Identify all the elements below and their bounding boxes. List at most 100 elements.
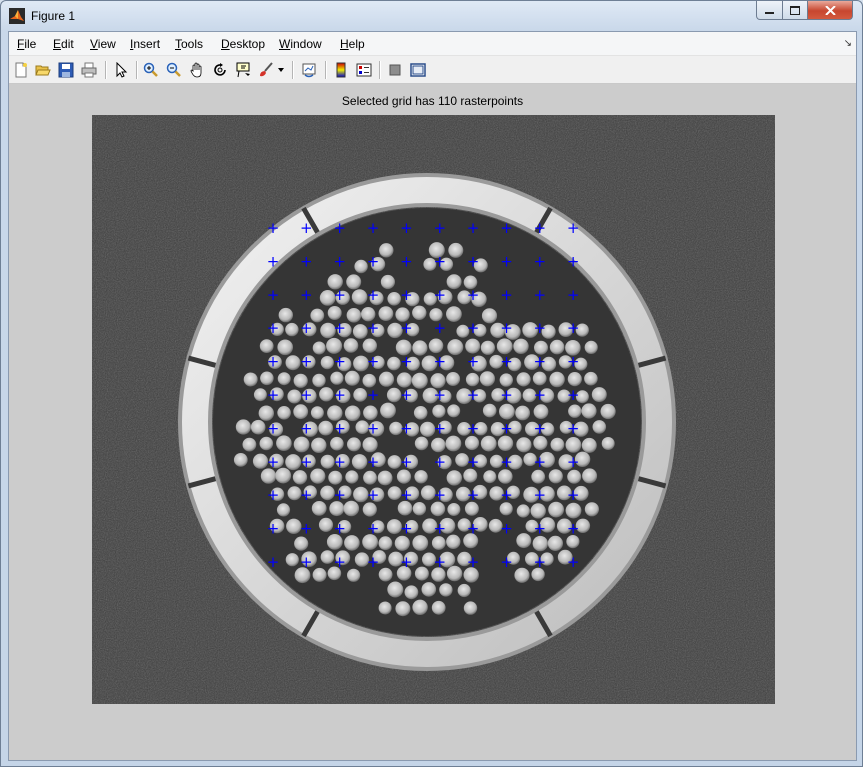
raster-point-marker: + <box>500 319 513 337</box>
image-axes[interactable]: + + + + + + + + + + + + + + + + + + + + + + + + + + + + + + + + + + + + + + + +… <box>92 115 775 704</box>
fiber <box>465 372 480 387</box>
brush-dropdown-button[interactable] <box>276 60 286 80</box>
menu-window[interactable]: Window <box>279 37 322 51</box>
fiber <box>377 470 393 486</box>
raster-point-marker: + <box>467 386 480 404</box>
fiber <box>310 406 324 420</box>
print-button[interactable] <box>79 60 99 80</box>
fiber <box>457 583 471 598</box>
fiber <box>395 601 411 617</box>
raster-point-marker: + <box>367 553 380 571</box>
menu-desktop[interactable]: Desktop <box>221 37 265 51</box>
menu-bar: File Edit View Insert Tools Desktop Wind… <box>9 32 856 56</box>
insert-legend-button[interactable] <box>354 60 374 80</box>
insert-colorbar-button[interactable] <box>331 60 351 80</box>
raster-point-marker: + <box>500 252 513 270</box>
raster-point-marker: + <box>333 453 346 471</box>
pan-button[interactable] <box>187 60 207 80</box>
show-plot-tools-button[interactable] <box>408 60 428 80</box>
raster-point-marker: + <box>367 252 380 270</box>
fiber <box>565 437 582 453</box>
fiber <box>363 405 378 421</box>
fiber <box>351 454 368 470</box>
raster-point-marker: + <box>534 553 547 571</box>
raster-point-marker: + <box>300 319 313 337</box>
menu-edit[interactable]: Edit <box>53 37 74 51</box>
raster-point-marker: + <box>400 319 413 337</box>
rotate-3d-button[interactable] <box>210 60 230 80</box>
raster-point-marker: + <box>500 353 513 371</box>
fiber <box>480 340 495 355</box>
close-button[interactable] <box>807 1 853 20</box>
open-file-icon <box>35 65 51 76</box>
raster-point-marker: + <box>567 419 580 437</box>
raster-point-marker: + <box>467 319 480 337</box>
save-button[interactable] <box>56 60 76 80</box>
raster-point-marker: + <box>500 486 513 504</box>
fiber <box>431 536 446 550</box>
raster-point-marker: + <box>367 520 380 538</box>
raster-point-marker: + <box>467 553 480 571</box>
raster-point-marker: + <box>567 353 580 371</box>
raster-point-marker: + <box>567 252 580 270</box>
raster-point-marker: + <box>367 486 380 504</box>
fiber <box>353 388 368 402</box>
raster-point-marker: + <box>267 252 280 270</box>
title-bar[interactable]: Figure 1 <box>1 1 862 31</box>
raster-point-marker: + <box>300 219 313 237</box>
raster-point-marker: + <box>333 520 346 538</box>
raster-point-marker: + <box>467 353 480 371</box>
fiber <box>601 437 615 450</box>
minimize-button[interactable] <box>756 1 783 20</box>
edit-plot-button[interactable] <box>111 60 131 80</box>
fiber <box>278 307 293 323</box>
fiber <box>346 274 362 290</box>
menu-view[interactable]: View <box>90 37 116 51</box>
maximize-button[interactable] <box>782 1 808 20</box>
fiber <box>292 470 308 485</box>
fiber <box>277 339 293 356</box>
raster-point-marker: + <box>300 286 313 304</box>
fiber <box>242 437 257 452</box>
figure-toolbar <box>9 56 856 84</box>
data-cursor-button[interactable] <box>233 60 253 80</box>
fiber <box>277 406 291 420</box>
raster-point-marker: + <box>300 553 313 571</box>
fiber <box>312 567 327 582</box>
show-plot-tools-icon <box>410 63 426 77</box>
fiber <box>285 355 301 371</box>
zoom-in-button[interactable] <box>141 60 161 80</box>
raster-point-marker: + <box>434 486 447 504</box>
brush-button[interactable] <box>256 60 276 80</box>
fiber <box>480 435 497 452</box>
maximize-icon <box>790 5 800 15</box>
fiber <box>327 306 342 320</box>
menu-help[interactable]: Help <box>340 37 365 51</box>
zoom-out-button[interactable] <box>164 60 184 80</box>
dock-arrow-icon[interactable]: ↘ <box>844 38 852 49</box>
fiber <box>447 404 461 418</box>
hide-plot-tools-button[interactable] <box>385 60 405 80</box>
fiber <box>548 501 564 518</box>
fiber <box>533 404 549 420</box>
fiber <box>362 502 377 517</box>
fiber <box>530 503 546 519</box>
raster-point-marker: + <box>534 319 547 337</box>
fiber <box>328 470 343 485</box>
fiber <box>464 435 480 451</box>
menu-insert[interactable]: Insert <box>130 37 160 51</box>
menu-tools[interactable]: Tools <box>175 37 203 51</box>
fiber <box>482 403 497 418</box>
open-file-button[interactable] <box>33 60 53 80</box>
fiber <box>428 338 444 354</box>
fiber <box>581 403 597 419</box>
new-figure-button[interactable] <box>11 60 31 80</box>
link-plot-button[interactable] <box>299 60 319 80</box>
fiber <box>354 259 368 274</box>
fiber <box>276 435 292 452</box>
fiber <box>318 420 334 436</box>
fiber <box>243 372 258 387</box>
menu-file[interactable]: File <box>17 37 36 51</box>
fiber <box>584 502 599 517</box>
raster-point-marker: + <box>434 453 447 471</box>
